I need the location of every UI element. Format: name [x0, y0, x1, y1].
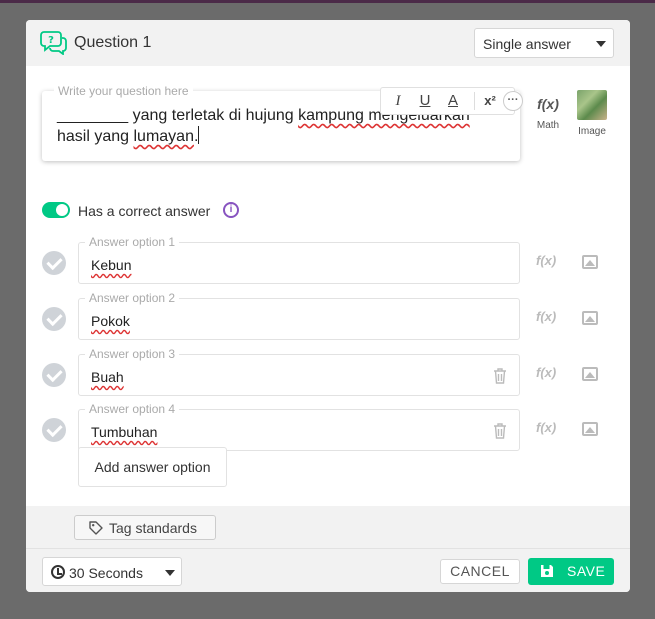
question-text-part: hasil yang	[57, 128, 134, 145]
answer-input[interactable]: Answer option 1 Kebun	[78, 235, 520, 284]
image-thumbnail-icon	[577, 90, 607, 120]
answer-label: Answer option 1	[85, 235, 180, 249]
mark-correct-check-icon[interactable]	[42, 363, 66, 387]
modal-footer: 30 Seconds CANCEL SAVE	[26, 548, 630, 592]
question-placeholder-label: Write your question here	[54, 84, 193, 98]
answer-label: Answer option 3	[85, 347, 180, 361]
trash-icon[interactable]	[493, 368, 507, 384]
image-tool-button[interactable]: Image	[572, 90, 612, 137]
superscript-button[interactable]: x²	[481, 90, 499, 112]
mark-correct-check-icon[interactable]	[42, 418, 66, 442]
floppy-disk-icon	[541, 565, 553, 577]
math-tool-label: Math	[536, 120, 560, 131]
add-answer-option-button[interactable]: Add answer option	[78, 447, 227, 487]
answer-row: Answer option 4 Tumbuhan f(x)	[26, 402, 630, 451]
image-icon[interactable]	[582, 255, 598, 269]
svg-text:?: ?	[48, 35, 54, 46]
answer-text: Pokok	[91, 313, 130, 329]
question-text-part: yang terletak di hujung	[128, 107, 299, 124]
time-limit-value: 30 Seconds	[69, 565, 143, 581]
info-icon[interactable]: i	[223, 202, 239, 218]
answer-label: Answer option 2	[85, 291, 180, 305]
app-top-bar	[0, 0, 655, 3]
text-cursor	[198, 126, 200, 144]
question-type-select[interactable]: Single answer	[474, 28, 614, 58]
image-tool-label: Image	[578, 126, 606, 137]
trash-icon[interactable]	[493, 423, 507, 439]
caret-down-icon	[596, 41, 606, 47]
function-icon[interactable]: f(x)	[536, 309, 556, 324]
question-type-value: Single answer	[483, 36, 571, 52]
tag-standards-label: Tag standards	[109, 520, 197, 536]
question-input[interactable]: ________ yang terletak di hujung kampung…	[42, 87, 523, 161]
function-icon: f(x)	[537, 96, 559, 112]
mark-correct-check-icon[interactable]	[42, 251, 66, 275]
answer-text: Tumbuhan	[91, 424, 158, 440]
image-icon[interactable]	[582, 422, 598, 436]
answer-row: Answer option 1 Kebun f(x)	[26, 235, 630, 284]
answer-input[interactable]: Answer option 4 Tumbuhan	[78, 402, 520, 451]
modal-header: ? Question 1 Single answer	[26, 20, 630, 66]
text-format-toolbar: I U A x² ···	[380, 87, 523, 115]
answer-text: Buah	[91, 369, 124, 385]
text-color-button[interactable]: A	[444, 90, 462, 112]
question-body: ________ yang terletak di hujung kampung…	[26, 66, 630, 506]
answer-row: Answer option 3 Buah f(x)	[26, 347, 630, 396]
function-icon[interactable]: f(x)	[536, 420, 556, 435]
caret-down-icon	[165, 570, 175, 576]
answer-text: Kebun	[91, 257, 132, 273]
question-title: Question 1	[74, 34, 152, 51]
underline-button[interactable]: U	[416, 90, 434, 112]
cancel-button[interactable]: CANCEL	[440, 559, 520, 584]
clock-icon	[51, 565, 65, 579]
correct-answer-label: Has a correct answer	[78, 203, 211, 219]
answer-row: Answer option 2 Pokok f(x)	[26, 291, 630, 340]
question-text-part: lumayan	[133, 128, 194, 145]
answer-input[interactable]: Answer option 3 Buah	[78, 347, 520, 396]
mark-correct-check-icon[interactable]	[42, 307, 66, 331]
answer-input[interactable]: Answer option 2 Pokok	[78, 291, 520, 340]
question-editor-modal: ? Question 1 Single answer ________ yang…	[26, 20, 630, 592]
question-blank: ________	[57, 107, 129, 124]
toolbar-divider	[474, 92, 475, 110]
tag-standards-bar: Tag standards	[26, 506, 630, 548]
more-options-button[interactable]: ···	[503, 91, 523, 111]
save-button[interactable]: SAVE	[528, 558, 614, 585]
save-label: SAVE	[567, 563, 606, 579]
italic-button[interactable]: I	[389, 90, 407, 112]
tag-icon	[89, 521, 103, 535]
correct-answer-toggle[interactable]	[42, 202, 70, 218]
function-icon[interactable]: f(x)	[536, 365, 556, 380]
image-icon[interactable]	[582, 367, 598, 381]
tag-standards-button[interactable]: Tag standards	[74, 515, 216, 540]
answer-label: Answer option 4	[85, 402, 180, 416]
question-bubble-icon: ?	[40, 31, 67, 55]
image-icon[interactable]	[582, 311, 598, 325]
function-icon[interactable]: f(x)	[536, 253, 556, 268]
math-tool-button[interactable]: f(x) Math	[528, 93, 568, 131]
time-limit-select[interactable]: 30 Seconds	[42, 557, 182, 586]
